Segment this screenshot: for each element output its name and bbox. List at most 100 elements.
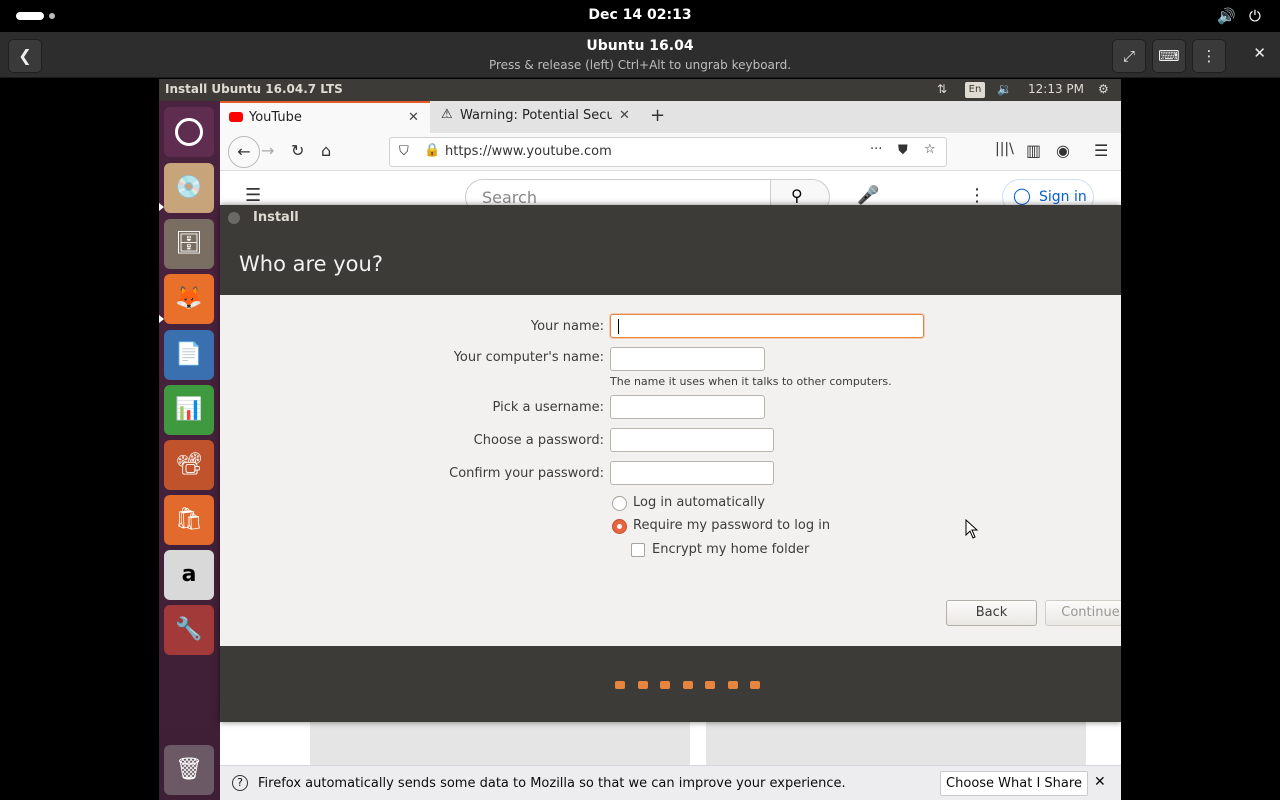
bookmark-star-icon[interactable]: ☆: [924, 142, 936, 157]
tab-warning[interactable]: ⚠ Warning: Potential Secu ✕: [430, 101, 640, 133]
data-reporting-notice: ? Firefox automatically sends some data …: [220, 765, 1121, 800]
your-name-input[interactable]: [610, 314, 924, 338]
gear-icon[interactable]: ⚙: [1098, 82, 1109, 96]
progress-dot: [615, 681, 625, 689]
progress-dot: [683, 681, 693, 689]
require-password-label[interactable]: Require my password to log in: [633, 518, 830, 533]
new-tab-icon[interactable]: +: [650, 105, 665, 126]
account-icon[interactable]: ◉: [1056, 141, 1070, 160]
files-icon[interactable]: 🗄: [164, 219, 214, 269]
settings-dots-icon[interactable]: ⋮: [968, 185, 986, 206]
log-in-automatically-label[interactable]: Log in automatically: [633, 495, 765, 510]
tab-youtube[interactable]: YouTube ✕: [220, 101, 430, 133]
require-password-radio[interactable]: [612, 519, 627, 534]
installer-progress-footer: [220, 646, 1121, 722]
hamburger-menu-icon[interactable]: ☰: [1094, 141, 1108, 160]
firefox-icon[interactable]: 🦊: [164, 274, 214, 324]
back-button[interactable]: ❮: [8, 39, 42, 73]
shield-icon[interactable]: ⛉: [399, 144, 409, 159]
youtube-favicon-icon: [229, 112, 243, 122]
trash-icon[interactable]: 🗑: [164, 745, 214, 795]
computer-name-input[interactable]: [610, 347, 765, 371]
desktop: Dec 14 02:13 🔊 ⏻ ❮ Ubuntu 16.04 Press & …: [0, 0, 1280, 800]
page-actions-icon[interactable]: ···: [870, 142, 882, 157]
amazon-icon[interactable]: a: [164, 550, 214, 600]
libreoffice-writer-icon[interactable]: 📄: [164, 330, 214, 380]
power-icon[interactable]: ⏻: [1249, 7, 1261, 25]
confirm-password-label: Confirm your password:: [449, 466, 604, 481]
progress-dot: [638, 681, 648, 689]
activities-button[interactable]: [16, 12, 44, 20]
hamburger-menu-icon[interactable]: ☰: [245, 185, 261, 206]
panel-window-title: Install Ubuntu 16.04.7 LTS: [165, 82, 343, 96]
forward-arrow-icon[interactable]: →: [261, 141, 274, 160]
info-icon: ?: [232, 775, 248, 791]
close-window-icon[interactable]: [228, 212, 240, 224]
reload-icon[interactable]: ↻: [291, 141, 304, 160]
close-icon[interactable]: ✕: [1253, 44, 1266, 62]
continue-button[interactable]: Continue: [1045, 600, 1121, 626]
computer-name-label: Your computer's name:: [453, 350, 604, 365]
password-input[interactable]: [610, 428, 774, 452]
lock-icon[interactable]: 🔒: [424, 143, 440, 158]
clock[interactable]: Dec 14 02:13: [0, 7, 1280, 23]
library-icon[interactable]: |||\: [995, 141, 1014, 157]
installer-header: Who are you?: [220, 231, 1121, 295]
system-settings-icon[interactable]: 🔧: [164, 605, 214, 655]
choose-what-i-share-button[interactable]: Choose What I Share: [940, 771, 1088, 796]
url-bar[interactable]: ⛉ 🔒 https://www.youtube.com ··· ⛊ ☆: [389, 137, 947, 167]
password-label: Choose a password:: [473, 433, 604, 448]
keyboard-layout-indicator[interactable]: En: [965, 82, 985, 98]
kebab-menu-icon: ⋮: [1201, 47, 1217, 65]
volume-icon[interactable]: 🔊: [1217, 7, 1236, 25]
viewer-title: Ubuntu 16.04: [586, 38, 694, 54]
unity-launcher: 💿 🗄 🦊 📄 📊 📽 🛍 a 🔧 🗑: [159, 101, 220, 800]
microphone-icon[interactable]: 🎤: [857, 185, 879, 206]
back-arrow-icon[interactable]: ←: [228, 136, 260, 168]
progress-dot: [750, 681, 760, 689]
sign-in-label: Sign in: [1039, 189, 1087, 205]
keyboard-button[interactable]: ⌨: [1152, 39, 1186, 73]
progress-dot: [728, 681, 738, 689]
ubuntu-software-icon[interactable]: 🛍: [164, 495, 214, 545]
encrypt-home-checkbox[interactable]: [631, 543, 645, 557]
search-icon: ⚲: [791, 186, 803, 205]
username-label: Pick a username:: [492, 400, 604, 415]
viewer-subtitle: Press & release (left) Ctrl+Alt to ungra…: [488, 58, 792, 72]
network-icon[interactable]: ⇅: [937, 82, 947, 96]
sound-icon[interactable]: 🔉: [997, 82, 1012, 96]
back-button[interactable]: Back: [946, 600, 1037, 626]
libreoffice-calc-icon[interactable]: 📊: [164, 385, 214, 435]
log-in-automatically-radio[interactable]: [612, 496, 627, 511]
close-tab-icon[interactable]: ✕: [408, 110, 419, 125]
dash-icon[interactable]: [164, 107, 214, 157]
pocket-icon[interactable]: ⛊: [898, 143, 908, 158]
username-input[interactable]: [610, 395, 765, 419]
progress-dot: [705, 681, 715, 689]
menu-button[interactable]: ⋮: [1192, 39, 1226, 73]
page-heading: Who are you?: [239, 252, 383, 276]
libreoffice-impress-icon[interactable]: 📽: [164, 440, 214, 490]
install-ubuntu-icon[interactable]: 💿: [164, 163, 214, 213]
text-caret: [618, 319, 619, 334]
home-icon[interactable]: ⌂: [321, 141, 331, 160]
sidebar-icon[interactable]: ▥: [1026, 141, 1041, 160]
viewer-header: ❮ Ubuntu 16.04 Press & release (left) Ct…: [0, 32, 1280, 78]
workspace-indicator: [49, 13, 55, 19]
video-thumbnail-placeholder: [706, 721, 1086, 765]
warning-icon: ⚠: [441, 107, 453, 122]
close-tab-icon[interactable]: ✕: [619, 108, 630, 123]
confirm-password-input[interactable]: [610, 461, 774, 485]
user-icon: ◯: [1013, 186, 1031, 205]
close-notice-icon[interactable]: ✕: [1094, 774, 1106, 790]
panel-clock[interactable]: 12:13 PM: [1028, 82, 1084, 96]
unity-top-panel: Install Ubuntu 16.04.7 LTS ⇅ En 🔉 12:13 …: [159, 79, 1121, 101]
fullscreen-button[interactable]: ⤢: [1112, 39, 1146, 73]
encrypt-home-label[interactable]: Encrypt my home folder: [652, 542, 809, 557]
installer-titlebar: Install: [220, 205, 1121, 231]
your-name-label: Your name:: [530, 319, 604, 334]
url-text[interactable]: https://www.youtube.com: [445, 144, 612, 159]
chevron-left-icon: ❮: [18, 46, 32, 65]
guest-screen[interactable]: Install Ubuntu 16.04.7 LTS ⇅ En 🔉 12:13 …: [159, 79, 1121, 800]
tab-title: Warning: Potential Secu: [460, 108, 612, 123]
